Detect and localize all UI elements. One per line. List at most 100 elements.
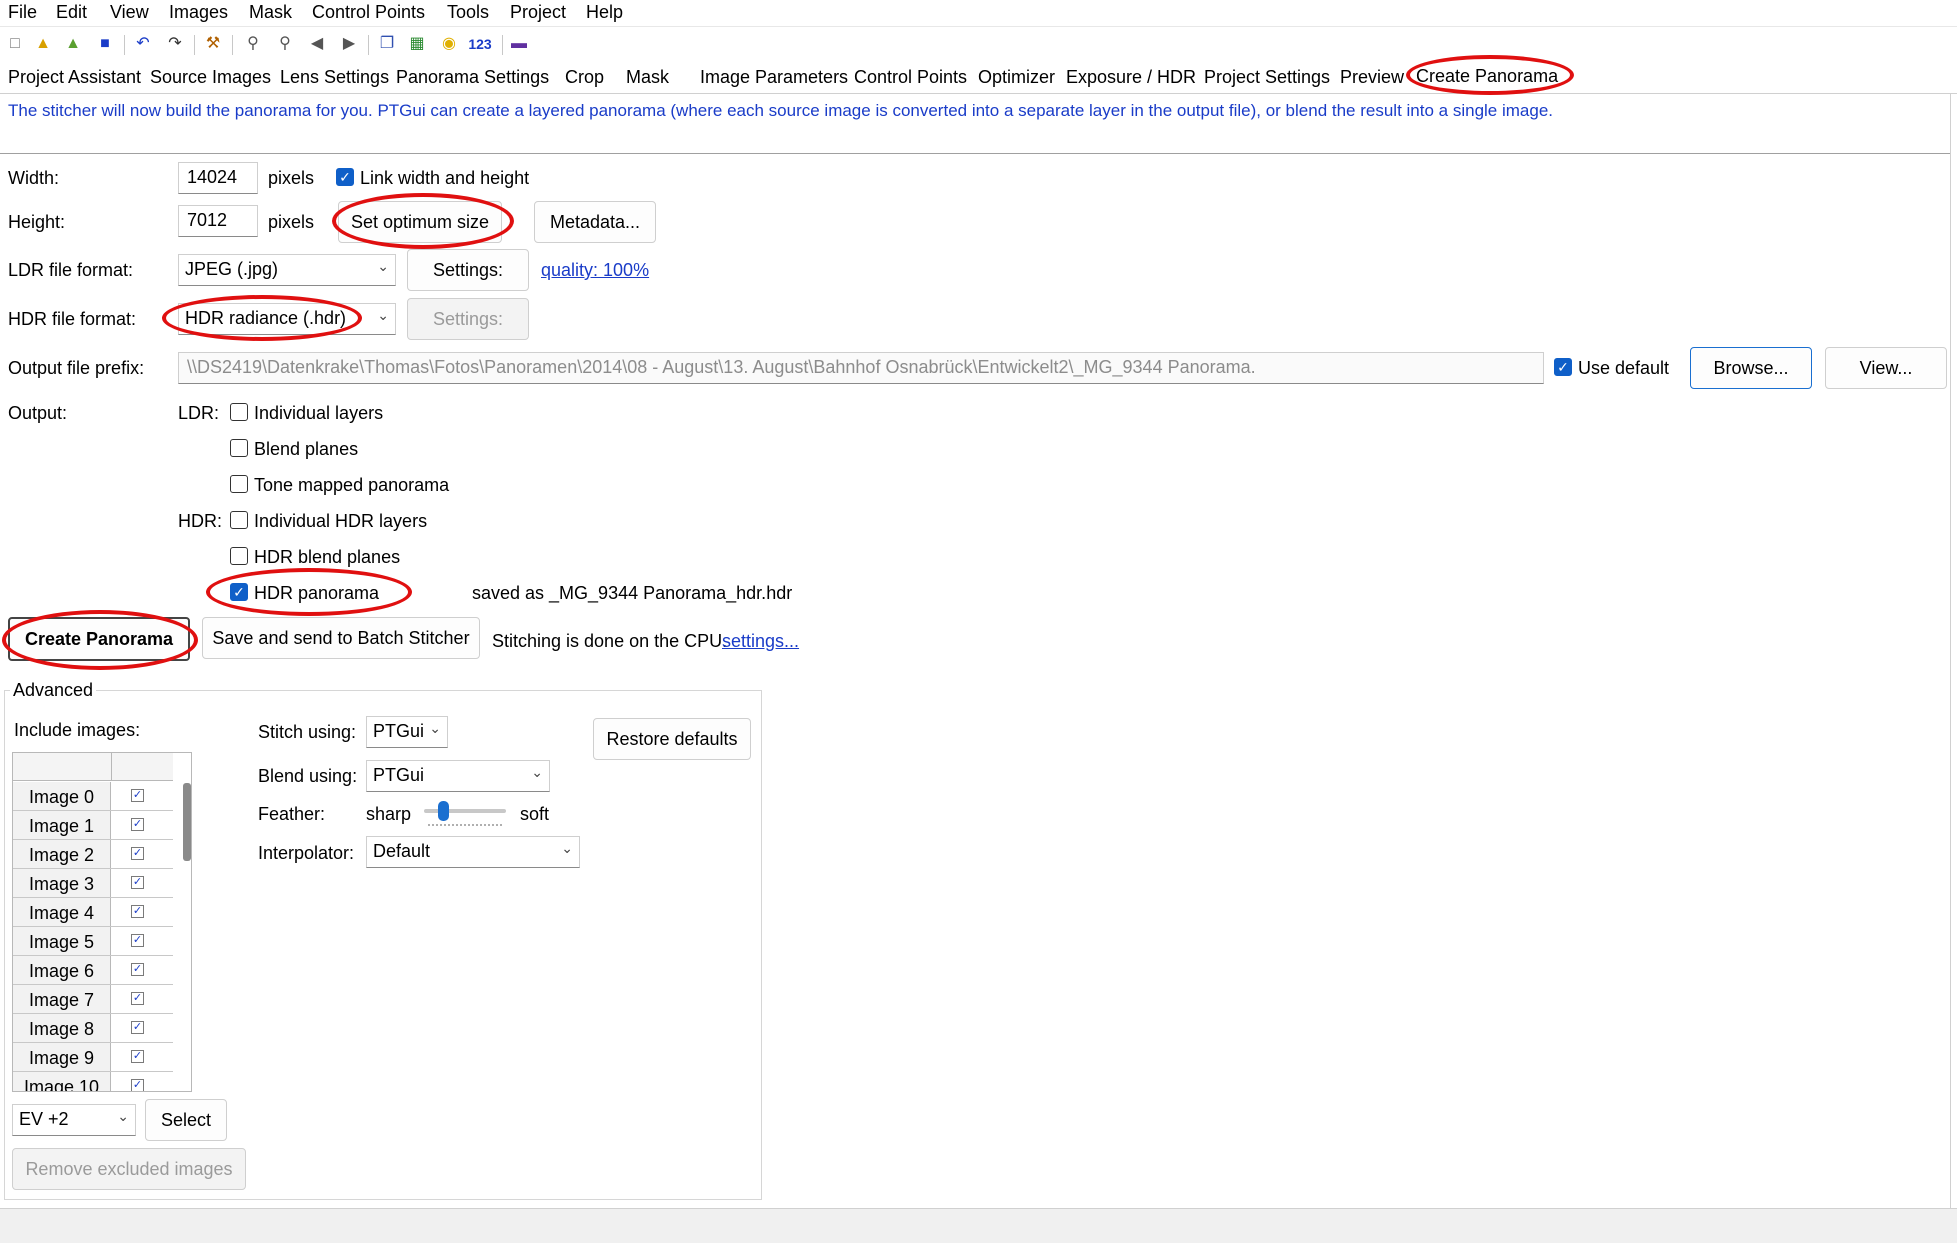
stitch-settings-link[interactable]: settings... <box>722 631 799 652</box>
menu-edit[interactable]: Edit <box>56 2 87 23</box>
tab-project-settings[interactable]: Project Settings <box>1204 67 1330 88</box>
batch-stitcher-button[interactable]: Save and send to Batch Stitcher <box>202 617 480 659</box>
redo-icon[interactable]: ↷ <box>164 33 186 55</box>
use-default-label: Use default <box>1578 358 1670 378</box>
create-panorama-button[interactable]: Create Panorama <box>8 617 190 661</box>
tab-crop[interactable]: Crop <box>565 67 604 88</box>
ldr-settings-button[interactable]: Settings: <box>407 249 529 291</box>
table-row[interactable]: Image 6 ✓ <box>13 956 173 985</box>
tab-optimizer[interactable]: Optimizer <box>978 67 1055 88</box>
table-row[interactable]: Image 0 ✓ <box>13 782 173 811</box>
width-input[interactable]: 14024 <box>178 162 258 194</box>
height-input[interactable]: 7012 <box>178 205 258 237</box>
quality-link[interactable]: quality: 100% <box>541 260 649 281</box>
hdr-panorama-checkbox[interactable]: ✓ <box>230 583 248 601</box>
menu-mask[interactable]: Mask <box>249 2 292 23</box>
include-checkbox[interactable]: ✓ <box>131 818 144 831</box>
tab-panorama-settings[interactable]: Panorama Settings <box>396 67 549 88</box>
include-checkbox[interactable]: ✓ <box>131 1021 144 1034</box>
blend-planes-checkbox[interactable] <box>230 439 248 457</box>
menu-images[interactable]: Images <box>169 2 228 23</box>
book-icon[interactable]: ▬ <box>508 33 530 55</box>
menu-view[interactable]: View <box>110 2 149 23</box>
hdr-blend-planes-checkbox[interactable] <box>230 547 248 565</box>
include-checkbox[interactable]: ✓ <box>131 905 144 918</box>
tab-create-panorama[interactable]: Create Panorama <box>1416 66 1558 87</box>
set-optimum-size-button[interactable]: Set optimum size <box>338 201 502 243</box>
include-checkbox[interactable]: ✓ <box>131 934 144 947</box>
menu-project[interactable]: Project <box>510 2 566 23</box>
image-list-scrollbar[interactable] <box>183 781 191 1091</box>
copy-icon[interactable]: ❐ <box>376 33 398 55</box>
tools-icon[interactable]: ⚒ <box>202 33 224 55</box>
numbers-icon[interactable]: 123 <box>466 33 494 55</box>
tab-mask[interactable]: Mask <box>626 67 669 88</box>
tab-preview[interactable]: Preview <box>1340 67 1404 88</box>
blend-using-select[interactable]: PTGui ⌄ <box>366 760 550 792</box>
view-button[interactable]: View... <box>1825 347 1947 389</box>
select-button[interactable]: Select <box>145 1099 227 1141</box>
table-row[interactable]: Image 2 ✓ <box>13 840 173 869</box>
tab-exposure-hdr[interactable]: Exposure / HDR <box>1066 67 1196 88</box>
save-icon[interactable]: ■ <box>94 33 116 55</box>
hdr-settings-button[interactable]: Settings: <box>407 298 529 340</box>
menu-help[interactable]: Help <box>586 2 623 23</box>
slider-thumb[interactable] <box>438 801 449 821</box>
tone-mapped-checkbox[interactable] <box>230 475 248 493</box>
table-row[interactable]: Image 7 ✓ <box>13 985 173 1014</box>
menu-tools[interactable]: Tools <box>447 2 489 23</box>
browse-button[interactable]: Browse... <box>1690 347 1812 389</box>
menu-file[interactable]: File <box>8 2 37 23</box>
zoom-out-icon[interactable]: ⚲ <box>274 33 296 55</box>
restore-defaults-button[interactable]: Restore defaults <box>593 718 751 760</box>
zoom-in-icon[interactable]: ⚲ <box>242 33 264 55</box>
interpolator-value: Default <box>373 841 431 861</box>
feather-slider[interactable] <box>424 800 506 830</box>
interpolator-select[interactable]: Default ⌄ <box>366 836 580 868</box>
new-icon[interactable]: □ <box>4 33 26 55</box>
tab-project-assistant[interactable]: Project Assistant <box>8 67 141 88</box>
stitch-using-value: PTGui <box>373 721 425 741</box>
next-icon[interactable]: ▶ <box>338 33 360 55</box>
tab-source-images[interactable]: Source Images <box>150 67 271 88</box>
individual-layers-checkbox[interactable] <box>230 403 248 421</box>
tab-control-points[interactable]: Control Points <box>854 67 967 88</box>
height-label: Height: <box>8 212 66 232</box>
metadata-button[interactable]: Metadata... <box>534 201 656 243</box>
ev-select[interactable]: EV +2 ⌄ <box>12 1104 136 1136</box>
table-row[interactable]: Image 8 ✓ <box>13 1014 173 1043</box>
include-checkbox[interactable]: ✓ <box>131 876 144 889</box>
scrollbar-thumb[interactable] <box>183 783 191 861</box>
hdr-format-select[interactable]: HDR radiance (.hdr) ⌄ <box>178 303 396 335</box>
include-checkbox[interactable]: ✓ <box>131 1050 144 1063</box>
menu-control-points[interactable]: Control Points <box>312 2 425 23</box>
include-checkbox[interactable]: ✓ <box>131 992 144 1005</box>
table-row[interactable]: Image 5 ✓ <box>13 927 173 956</box>
use-default-checkbox[interactable]: ✓ <box>1554 358 1572 376</box>
table-row[interactable]: Image 10 ✓ <box>13 1072 173 1091</box>
tab-lens-settings[interactable]: Lens Settings <box>280 67 389 88</box>
slider-ticks <box>428 824 502 827</box>
individual-hdr-layers-checkbox[interactable] <box>230 511 248 529</box>
prev-icon[interactable]: ◀ <box>306 33 328 55</box>
ldr-format-select[interactable]: JPEG (.jpg) ⌄ <box>178 254 396 286</box>
stitch-using-select[interactable]: PTGui ⌄ <box>366 716 448 748</box>
open-icon[interactable]: ▲ <box>32 33 54 55</box>
output-prefix-input[interactable]: \\DS2419\Datenkrake\Thomas\Fotos\Panoram… <box>178 352 1544 384</box>
table-row[interactable]: Image 1 ✓ <box>13 811 173 840</box>
link-size-checkbox[interactable]: ✓ <box>336 168 354 186</box>
include-checkbox[interactable]: ✓ <box>131 1079 144 1091</box>
table-row[interactable]: Image 3 ✓ <box>13 869 173 898</box>
include-checkbox[interactable]: ✓ <box>131 789 144 802</box>
include-checkbox[interactable]: ✓ <box>131 847 144 860</box>
table-icon[interactable]: ▦ <box>406 33 428 55</box>
table-row[interactable]: Image 9 ✓ <box>13 1043 173 1072</box>
hdr-panorama-label: HDR panorama <box>254 583 380 603</box>
remove-excluded-button[interactable]: Remove excluded images <box>12 1148 246 1190</box>
include-checkbox[interactable]: ✓ <box>131 963 144 976</box>
lightbulb-icon[interactable]: ◉ <box>438 33 460 55</box>
open-recent-icon[interactable]: ▲ <box>62 33 84 55</box>
undo-icon[interactable]: ↶ <box>132 33 154 55</box>
tab-image-parameters[interactable]: Image Parameters <box>700 67 848 88</box>
table-row[interactable]: Image 4 ✓ <box>13 898 173 927</box>
